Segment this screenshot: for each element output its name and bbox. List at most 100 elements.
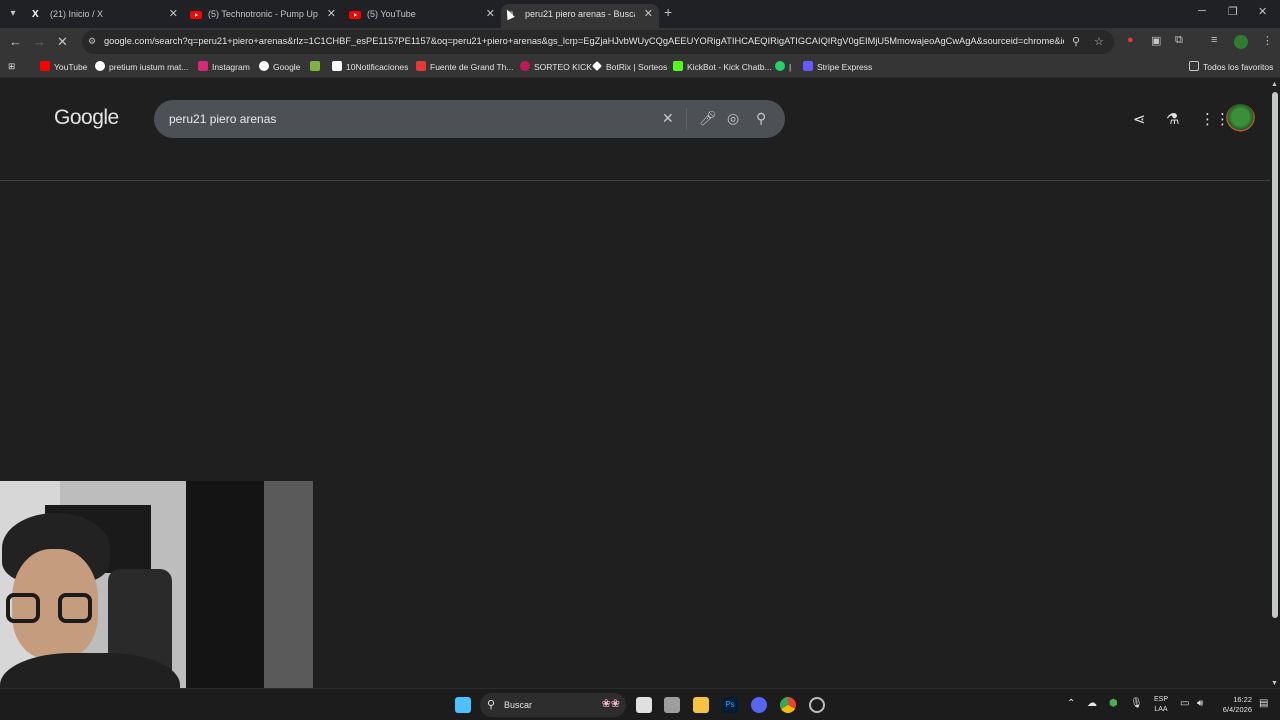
task-view-icon[interactable]	[636, 697, 652, 713]
profile-avatar[interactable]	[1234, 35, 1248, 49]
cloud-icon[interactable]: ☁︎	[1087, 698, 1097, 709]
taskbar-search[interactable]: ⚲ Buscar ❀❀	[480, 693, 626, 717]
font-icon	[416, 61, 426, 71]
zoom-icon[interactable]: ⚲	[1072, 35, 1080, 48]
tab-youtube[interactable]: (5) YouTube ✕	[343, 4, 501, 28]
scrollbar-thumb[interactable]	[1272, 92, 1278, 618]
new-tab-button[interactable]: +	[664, 4, 672, 20]
pinwheel-icon	[310, 61, 320, 71]
minimize-icon[interactable]: ─	[1198, 5, 1206, 17]
windows-start-icon[interactable]	[455, 697, 471, 713]
bookmark-stripe-express[interactable]: Stripe Express	[803, 61, 872, 72]
notifications-icon[interactable]: ▤	[1259, 698, 1268, 709]
security-icon[interactable]: ⬢	[1109, 698, 1118, 709]
account-avatar[interactable]	[1226, 104, 1255, 133]
flower-icon	[520, 61, 530, 71]
bookmark-fuente-gta[interactable]: Fuente de Grand Th...	[416, 61, 513, 72]
tab-technotronic[interactable]: (5) Technotronic - Pump Up The ✕	[184, 4, 342, 28]
tab-title: (21) Inicio / X	[50, 9, 104, 19]
bookmark-kickbot[interactable]: KickBot - Kick Chatb...	[673, 61, 772, 72]
search-highlight-icon: ❀❀	[601, 698, 620, 710]
youtube-icon	[349, 9, 361, 21]
site-info-icon[interactable]: ⚙︎	[88, 36, 96, 47]
bookmark-google[interactable]: Google	[259, 61, 300, 72]
close-icon[interactable]: ✕	[169, 7, 178, 20]
close-icon[interactable]: ✕	[327, 7, 336, 20]
youtube-icon	[40, 61, 50, 71]
file-explorer-icon[interactable]	[693, 697, 709, 713]
tab-search-button[interactable]: ▾	[4, 5, 22, 23]
bookmark-whatsapp[interactable]: |	[775, 61, 791, 72]
close-icon[interactable]: ✕	[644, 7, 653, 20]
diamond-icon	[592, 61, 602, 71]
labs-flask-icon[interactable]: ⚗︎	[1166, 110, 1179, 128]
language-indicator[interactable]: ESP LAA	[1152, 695, 1170, 715]
tab-title: peru21 piero arenas - Buscar co	[525, 9, 635, 19]
extension-card-icon[interactable]: ▣	[1151, 34, 1161, 47]
browser-toolbar: ← → ✕ ⚙︎ google.com/search?q=peru21+pier…	[0, 28, 1280, 56]
restore-icon[interactable]: ❐	[1228, 5, 1238, 18]
app-icon[interactable]	[664, 697, 680, 713]
webcam-glasses-left	[6, 593, 40, 623]
scroll-down-icon[interactable]: ▼	[1271, 680, 1278, 687]
bookmark-instagram[interactable]: Instagram	[198, 61, 250, 72]
all-bookmarks-folder[interactable]: Todos los favoritos	[1189, 61, 1273, 72]
bookmark-10notificaciones[interactable]: 10Notificaciones	[332, 61, 408, 72]
close-window-icon[interactable]: ✕	[1258, 5, 1267, 18]
bookmark-star-icon[interactable]: ☆	[1094, 35, 1104, 48]
url-text[interactable]: google.com/search?q=peru21+piero+arenas&…	[104, 36, 1064, 46]
discord-icon[interactable]	[751, 697, 767, 713]
close-icon[interactable]: ✕	[486, 7, 495, 20]
stripe-icon	[803, 61, 813, 71]
youtube-icon	[190, 9, 202, 21]
clear-search-icon[interactable]: ✕	[662, 110, 674, 127]
obs-icon[interactable]	[809, 697, 825, 713]
extension-red-icon[interactable]: ●	[1127, 34, 1134, 46]
tray-chevron-icon[interactable]: ⌃	[1067, 698, 1075, 709]
search-icon: ⚲	[487, 699, 496, 711]
bookmarks-bar: ⊞ YouTube pretium iustum mat... Instagra…	[0, 56, 1280, 78]
volume-icon[interactable]: 🔊︎	[1197, 698, 1203, 709]
share-icon[interactable]: ⋖	[1133, 110, 1146, 128]
windows-taskbar: ⚲ Buscar ❀❀ Ps ⌃ ☁︎ ⬢ 🎙︎ ESP LAA ▭ 🔊︎ 16:…	[0, 688, 1280, 720]
search-divider	[686, 108, 687, 130]
scroll-up-icon[interactable]: ▲	[1271, 81, 1278, 88]
search-icon[interactable]: ⚲	[756, 110, 766, 127]
lens-search-icon[interactable]: ◎	[727, 110, 739, 127]
x-logo-icon	[332, 61, 342, 71]
microphone-icon[interactable]: 🎙︎	[1130, 698, 1143, 709]
apps-grid-icon[interactable]: ⊞	[8, 61, 15, 72]
google-icon	[259, 61, 269, 71]
back-button[interactable]: ←	[9, 34, 22, 49]
forward-button[interactable]: →	[33, 34, 46, 49]
tab-x-home[interactable]: X (21) Inicio / X ✕	[26, 4, 184, 28]
chrome-menu-icon[interactable]: ⋮	[1262, 34, 1273, 47]
folder-icon	[1189, 61, 1199, 71]
network-icon[interactable]: ▭	[1180, 698, 1189, 709]
bookmark-youtube[interactable]: YouTube	[40, 61, 87, 72]
kickbot-icon	[673, 61, 683, 71]
media-control-icon[interactable]: ≡	[1211, 34, 1217, 46]
bookmark-sorteo-kick[interactable]: SORTEO KICK	[520, 61, 592, 72]
bookmark-pretium[interactable]: pretium iustum mat...	[95, 61, 188, 72]
taskbar-clock[interactable]: 16:22 6/4/2026	[1214, 695, 1252, 715]
search-box[interactable]: peru21 piero arenas ✕ 🎤︎ ◎ ⚲	[154, 100, 785, 138]
x-logo-icon: X	[32, 9, 39, 20]
bookmark-botrix[interactable]: BotRix | Sorteos	[592, 61, 667, 72]
tab-google-search[interactable]: 🔊︎ peru21 piero arenas - Buscar co ✕	[501, 4, 659, 28]
voice-search-icon[interactable]: 🎤︎	[699, 110, 717, 127]
extensions-puzzle-icon[interactable]: ⧉	[1175, 34, 1183, 47]
search-input[interactable]: peru21 piero arenas	[169, 112, 276, 126]
photoshop-icon[interactable]: Ps	[722, 697, 738, 713]
address-bar[interactable]: ⚙︎ google.com/search?q=peru21+piero+aren…	[82, 30, 1114, 54]
chrome-icon[interactable]	[780, 697, 796, 713]
tab-title: (5) Technotronic - Pump Up The	[208, 9, 318, 19]
whatsapp-icon	[775, 61, 785, 71]
bookmark-pinwheel[interactable]	[310, 61, 324, 72]
header-divider	[0, 180, 1270, 181]
page-scrollbar[interactable]: ▲ ▼	[1270, 80, 1280, 688]
instagram-icon	[198, 61, 208, 71]
google-logo[interactable]: Google	[54, 106, 119, 130]
stop-loading-button[interactable]: ✕	[57, 34, 68, 50]
webcam-glasses-right	[58, 593, 92, 623]
